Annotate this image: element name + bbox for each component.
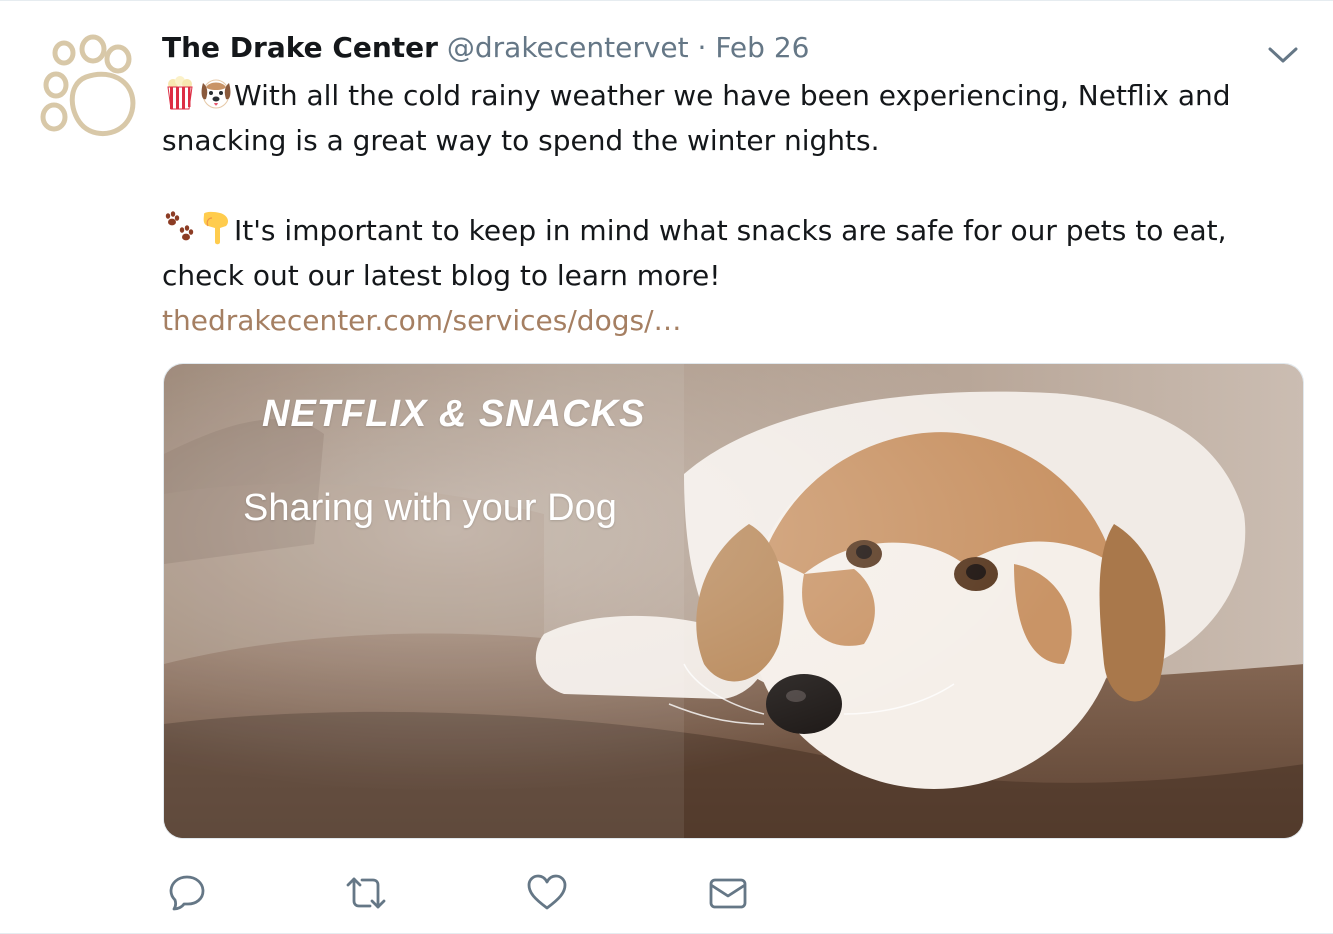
author-name[interactable]: The Drake Center bbox=[162, 31, 438, 64]
text-blank-line bbox=[162, 163, 1282, 208]
tweet[interactable]: The Drake Center @drakecentervet · Feb 2… bbox=[0, 0, 1333, 934]
text-line-2: snacking is a great way to spend the win… bbox=[162, 124, 880, 157]
text-line-3: It's important to keep in mind what snac… bbox=[234, 214, 1227, 247]
direct-message-icon[interactable] bbox=[706, 871, 750, 915]
tweet-header: The Drake Center @drakecentervet · Feb 2… bbox=[162, 29, 809, 67]
retweet-icon[interactable] bbox=[344, 871, 388, 915]
like-icon[interactable] bbox=[525, 871, 569, 915]
card-subtitle: Sharing with your Dog bbox=[243, 487, 617, 529]
header-separator: · bbox=[697, 31, 707, 64]
paw-logo-icon bbox=[40, 34, 136, 137]
text-line: It's important to keep in mind what snac… bbox=[162, 208, 1282, 253]
text-line: With all the cold rainy weather we have … bbox=[162, 73, 1282, 118]
popcorn-emoji bbox=[162, 75, 198, 111]
reply-icon[interactable] bbox=[166, 871, 210, 915]
paw-prints-emoji bbox=[162, 210, 198, 246]
card-title: NETFLIX & SNACKS bbox=[262, 393, 646, 435]
avatar[interactable] bbox=[22, 23, 146, 147]
chevron-down-icon[interactable] bbox=[1266, 41, 1300, 67]
tweet-date[interactable]: Feb 26 bbox=[715, 31, 809, 64]
tweet-text: With all the cold rainy weather we have … bbox=[162, 73, 1282, 343]
author-handle[interactable]: @drakecentervet bbox=[447, 31, 689, 64]
dog-face-emoji bbox=[198, 75, 234, 111]
blog-link[interactable]: thedrakecenter.com/services/dogs/… bbox=[162, 304, 682, 337]
text-line-4: check out our latest blog to learn more! bbox=[162, 259, 721, 292]
text-line-1: With all the cold rainy weather we have … bbox=[234, 79, 1231, 112]
pointing-down-emoji bbox=[198, 210, 234, 246]
